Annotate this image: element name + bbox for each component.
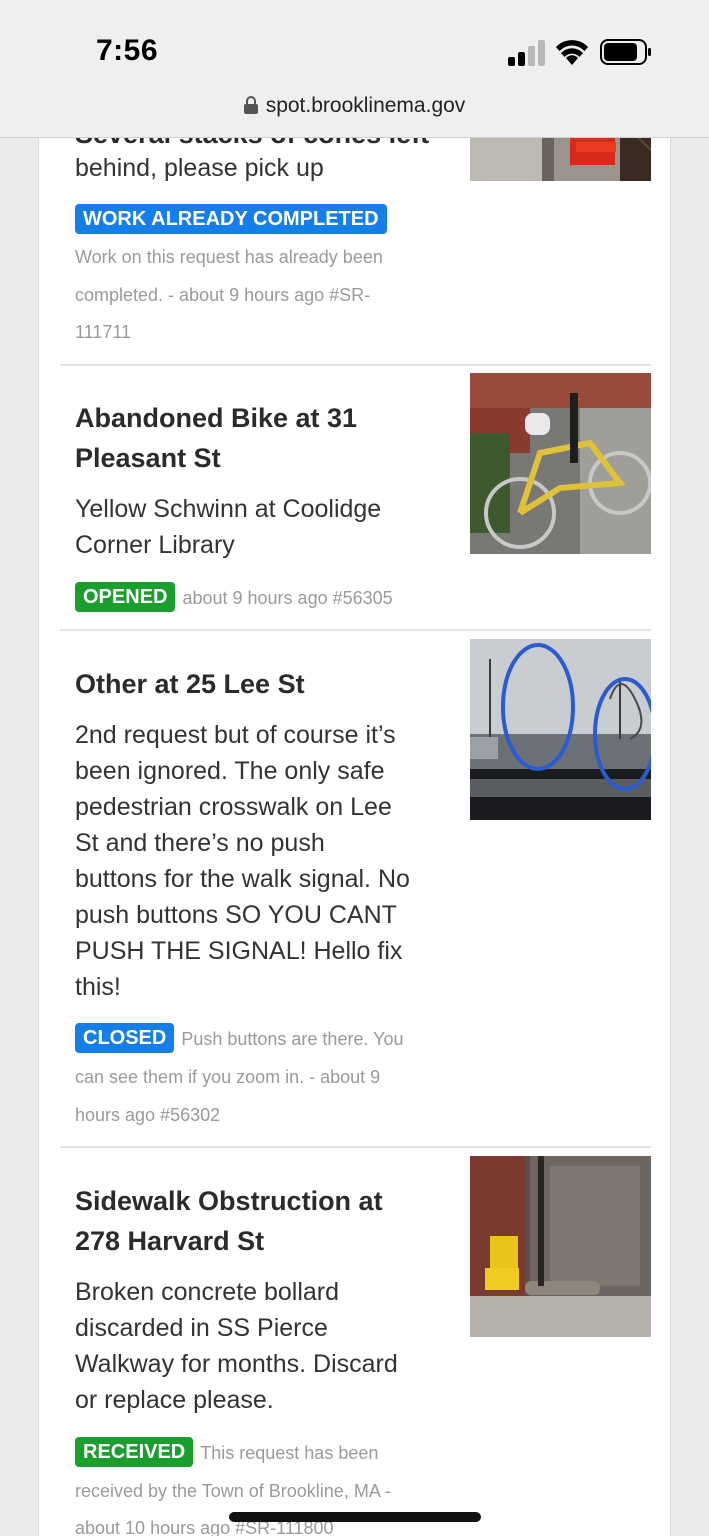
request-meta-text: Push buttons are there. You [181, 1029, 404, 1049]
request-title[interactable]: Other at 25 Lee St [75, 664, 455, 704]
request-description: Broken concrete bollard [75, 1278, 340, 1306]
status-badge: WORK ALREADY COMPLETED [75, 204, 387, 234]
request-description: Yellow Schwinn at Coolidge [75, 495, 382, 523]
request-description: St and there’s no push [75, 829, 325, 857]
crosswalk-photo [470, 639, 651, 820]
request-description: been ignored. The only safe [75, 757, 385, 785]
item-divider [60, 629, 651, 631]
request-meta: WORK ALREADY COMPLETED [75, 201, 455, 239]
status-badge: CLOSED [75, 1023, 175, 1053]
request-meta-line: received by the Town of Brookline, MA - [75, 1481, 391, 1501]
request-title[interactable]: Sidewalk Obstruction at [75, 1181, 455, 1221]
cellular-signal-icon [508, 40, 545, 66]
request-meta: CLOSED Push buttons are there. You [75, 1020, 455, 1058]
url-text[interactable]: spot.brooklinema.gov [266, 94, 466, 117]
request-meta-line: can see them if you zoom in. - about 9 [75, 1067, 381, 1087]
request-meta-text: This request has been [200, 1443, 379, 1463]
request-meta-text: about 9 hours ago #56305 [182, 588, 393, 608]
request-description: or replace please. [75, 1386, 274, 1414]
battery-icon [600, 39, 651, 65]
bike-photo [470, 373, 651, 554]
request-description: discarded in SS Pierce [75, 1314, 328, 1342]
browser-chrome: 7:56 spot.brooklinema.gov [0, 0, 709, 138]
request-meta-line: hours ago #56302 [75, 1105, 221, 1125]
status-badge: OPENED [75, 582, 176, 612]
status-badge: RECEIVED [75, 1437, 194, 1467]
request-title[interactable]: 278 Harvard St [75, 1221, 455, 1261]
request-thumbnail[interactable] [470, 373, 651, 554]
request-description: this! [75, 973, 121, 1001]
request-description: PUSH THE SIGNAL! Hello fix [75, 937, 403, 965]
status-time: 7:56 [96, 34, 159, 67]
item-divider [60, 364, 651, 366]
request-meta-line: 111711 [75, 322, 132, 342]
request-meta-line: completed. - about 9 hours ago #SR- [75, 285, 371, 305]
request-feed: Several stacks of cones left behind, ple… [38, 0, 671, 1536]
request-description: Corner Library [75, 531, 235, 559]
request-meta: RECEIVED This request has been [75, 1434, 455, 1472]
request-description: push buttons SO YOU CANT [75, 901, 397, 929]
mobile-browser-screen: Several stacks of cones left behind, ple… [0, 0, 709, 1536]
lock-icon [243, 96, 258, 114]
request-thumbnail[interactable] [470, 1156, 651, 1337]
request-description: buttons for the walk signal. No [75, 865, 410, 893]
request-meta-line: Work on this request has already been [75, 247, 383, 267]
request-description: behind, please pick up [75, 154, 324, 182]
home-indicator[interactable] [229, 1512, 481, 1522]
address-bar[interactable]: spot.brooklinema.gov [0, 94, 709, 118]
bollard-photo [470, 1156, 651, 1337]
request-meta: OPENED about 9 hours ago #56305 [75, 579, 455, 617]
request-title[interactable]: Pleasant St [75, 438, 455, 478]
request-description: pedestrian crosswalk on Lee [75, 793, 392, 821]
request-thumbnail[interactable] [470, 639, 651, 820]
request-title[interactable]: Abandoned Bike at 31 [75, 398, 455, 438]
request-description: Walkway for months. Discard [75, 1350, 398, 1378]
item-divider [60, 1146, 651, 1148]
wifi-icon [556, 40, 588, 65]
request-description: 2nd request but of course it’s [75, 721, 396, 749]
